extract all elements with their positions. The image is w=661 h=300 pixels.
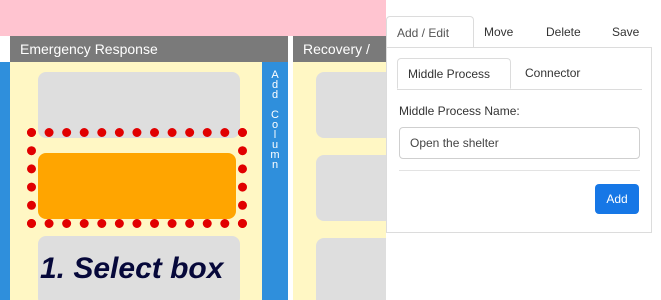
canvas-top-bar xyxy=(0,0,386,36)
workflow-canvas: Emergency Response Recovery / A d d C o … xyxy=(0,0,386,300)
tab-add-edit[interactable]: Add / Edit xyxy=(386,16,474,48)
add-column-letter: d xyxy=(271,89,279,101)
tab-save[interactable]: Save xyxy=(602,16,649,48)
process-box[interactable] xyxy=(316,238,386,300)
subtab-middle-process[interactable]: Middle Process xyxy=(397,58,511,89)
subtab-connector[interactable]: Connector xyxy=(515,58,590,89)
editor-card: Middle Process Connector Middle Process … xyxy=(386,47,652,233)
tab-delete[interactable]: Delete xyxy=(536,16,591,48)
form-divider xyxy=(399,170,640,171)
instruction-caption: 1. Select box xyxy=(40,252,224,285)
add-column-button[interactable]: A d d C o l u m n xyxy=(262,62,288,300)
process-box[interactable] xyxy=(316,155,386,221)
column-separator xyxy=(288,62,293,300)
process-box[interactable] xyxy=(316,72,386,138)
middle-process-name-input[interactable] xyxy=(399,127,640,159)
editor-panel: Add / Edit Move Delete Save Middle Proce… xyxy=(386,0,661,300)
column-header-recovery[interactable]: Recovery / xyxy=(293,36,386,62)
selection-highlight xyxy=(27,128,247,228)
add-column-letter: n xyxy=(271,159,279,171)
lane-left-bar xyxy=(0,62,10,300)
main-tabs: Add / Edit Move Delete Save xyxy=(386,16,661,48)
column-header-emergency-response[interactable]: Emergency Response xyxy=(10,36,288,62)
sub-tabs: Middle Process Connector xyxy=(397,58,642,90)
add-button[interactable]: Add xyxy=(595,184,639,214)
middle-process-name-label: Middle Process Name: xyxy=(399,104,520,118)
tab-move[interactable]: Move xyxy=(474,16,523,48)
